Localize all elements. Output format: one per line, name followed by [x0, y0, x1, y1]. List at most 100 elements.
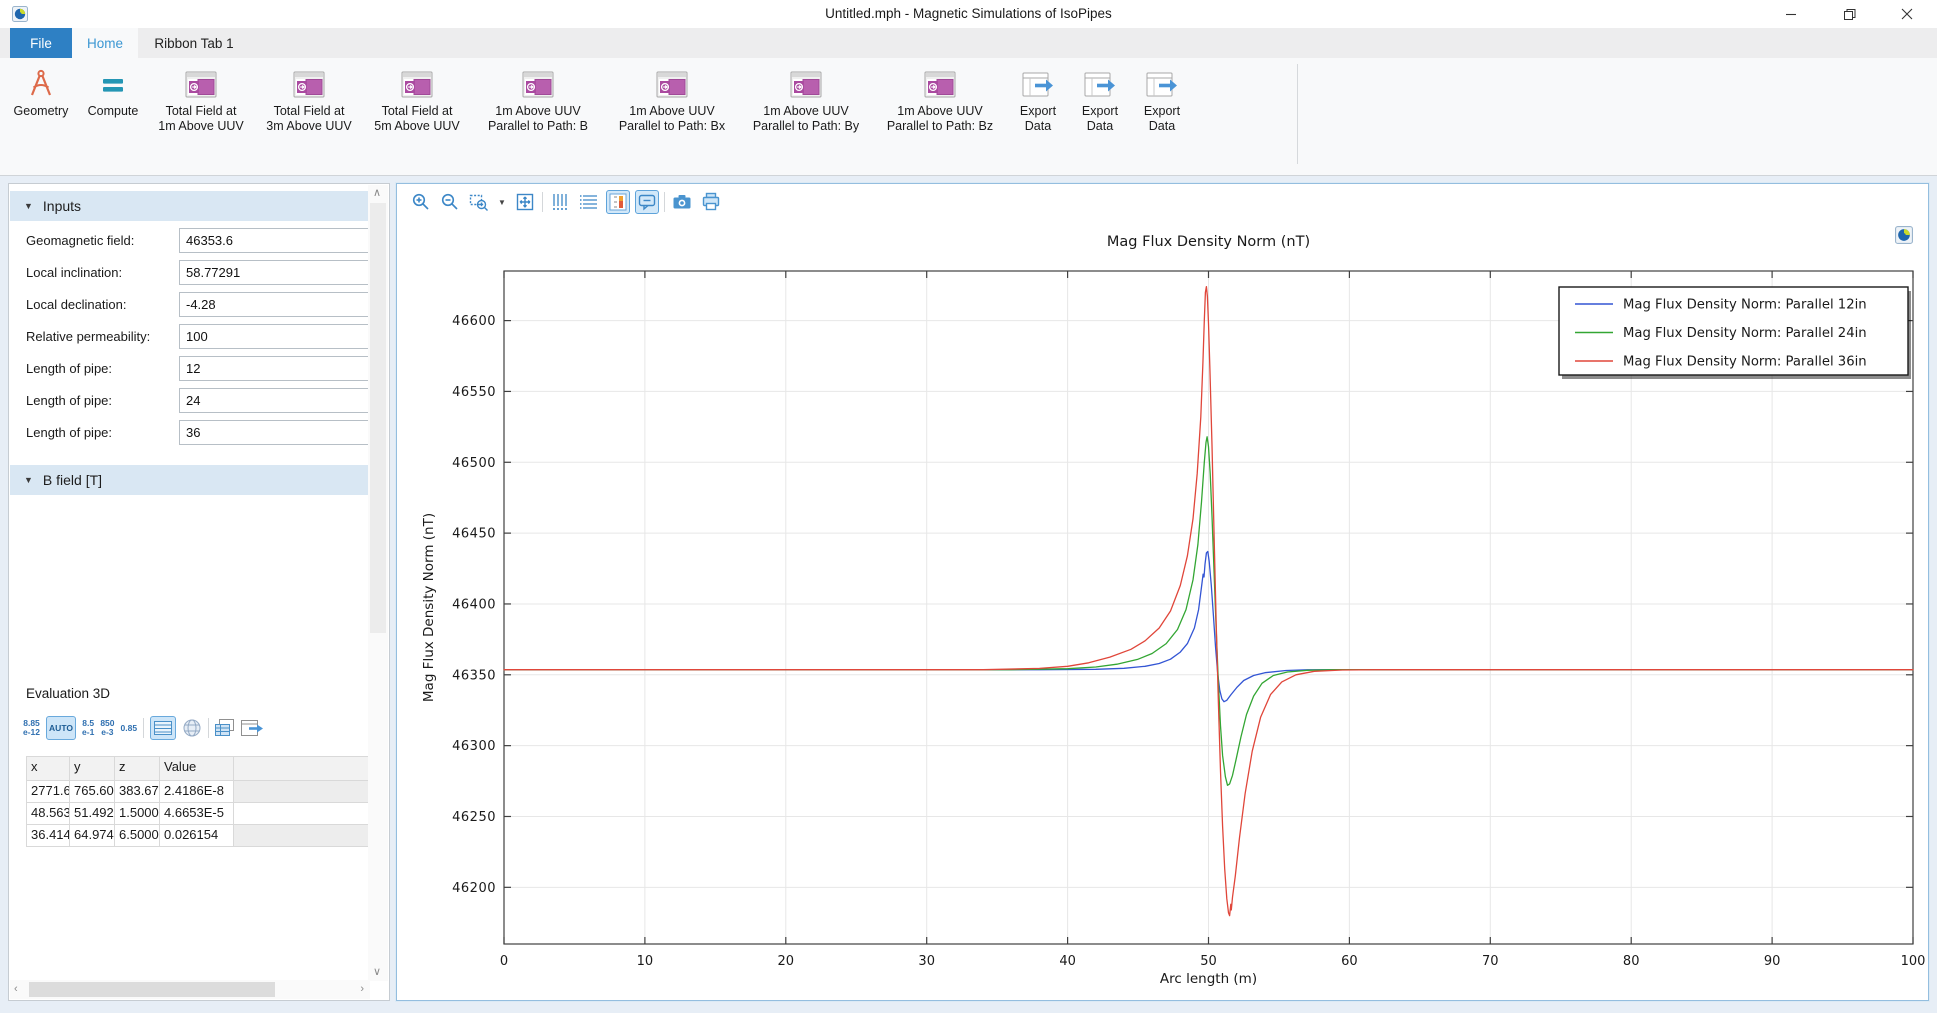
x-tick-label: 10	[637, 954, 654, 969]
plot-window-icon	[401, 66, 433, 102]
tab-ribbon-1-label: Ribbon Tab 1	[154, 36, 233, 51]
pipe-length-2-input[interactable]	[179, 388, 377, 413]
x-tick-label: 40	[1059, 954, 1076, 969]
horizontal-scroll-thumb[interactable]	[29, 982, 275, 997]
auto-precision-button[interactable]: AUTO	[46, 716, 76, 740]
legend-entry: Mag Flux Density Norm: Parallel 12in	[1623, 298, 1867, 313]
ribbon-button-parallel-b[interactable]: 1m Above UUV Parallel to Path: B	[476, 62, 600, 134]
eval-table-header-cell: Value	[160, 756, 234, 781]
eval-table-header-cell: z	[115, 756, 160, 781]
compute-equals-icon	[96, 66, 130, 102]
local-declination-input[interactable]	[179, 292, 377, 317]
eval-table-header-filler	[234, 756, 374, 781]
eval-table-cell[interactable]: 765.60	[70, 781, 115, 803]
vertical-scroll-thumb[interactable]	[370, 203, 386, 633]
eval-table-cell[interactable]: 6.5000	[115, 825, 160, 847]
local-inclination-input[interactable]	[179, 260, 377, 285]
ribbon-button-total-field-3m[interactable]: Total Field at 3m Above UUV	[260, 62, 358, 134]
eval-table-cell[interactable]: 0.026154	[160, 825, 234, 847]
relative-permeability-input[interactable]	[179, 324, 377, 349]
ribbon-button-parallel-bx[interactable]: 1m Above UUV Parallel to Path: Bx	[610, 62, 734, 134]
window-titlebar: Untitled.mph - Magnetic Simulations of I…	[0, 0, 1937, 28]
ribbon-button-compute[interactable]: Compute	[84, 62, 142, 119]
x-tick-label: 0	[500, 954, 508, 969]
evaluation-3d-label: Evaluation 3D	[26, 686, 110, 701]
vertical-scrollbar[interactable]: ∧ ∨	[368, 185, 388, 981]
collapse-caret-icon: ▼	[24, 201, 33, 211]
close-icon	[1901, 8, 1913, 20]
table-row[interactable]: 36.41464.9746.50000.026154	[26, 825, 374, 847]
sphere-view-button[interactable]	[182, 718, 202, 738]
table-row[interactable]: 48.56351.4921.50004.6653E-5	[26, 803, 374, 825]
pipe-length-1-label: Length of pipe:	[26, 361, 112, 376]
pipe-length-3-input[interactable]	[179, 420, 377, 445]
tab-ribbon-1[interactable]: Ribbon Tab 1	[138, 28, 250, 58]
eval-table-cell[interactable]: 64.974	[70, 825, 115, 847]
eval-table-cell[interactable]: 383.67	[115, 781, 160, 803]
y-tick-label: 46200	[452, 881, 496, 896]
x-tick-label: 50	[1200, 954, 1217, 969]
inputs-section-title: Inputs	[43, 198, 81, 214]
ribbon-button-parallel-bz[interactable]: 1m Above UUV Parallel to Path: Bz	[878, 62, 1002, 134]
eval-table-filler-cell	[234, 825, 374, 847]
ribbon-button-total-field-1m[interactable]: Total Field at 1m Above UUV	[152, 62, 250, 134]
minimize-icon	[1785, 8, 1797, 20]
maximize-button[interactable]	[1832, 2, 1866, 26]
results-chart[interactable]: 0102030405060708090100462004625046300463…	[399, 186, 1928, 1000]
y-tick-label: 46550	[452, 385, 496, 400]
eval-table-header-cell: x	[26, 756, 70, 781]
y-tick-label: 46450	[452, 527, 496, 542]
y-tick-label: 46250	[452, 810, 496, 825]
precision-850e-3-button[interactable]: 850e-3	[100, 719, 114, 737]
table-row[interactable]: 2771.6765.60383.672.4186E-8	[26, 781, 374, 803]
x-tick-label: 100	[1901, 954, 1926, 969]
copy-table-button[interactable]	[215, 719, 235, 737]
restore-icon	[1843, 8, 1856, 21]
eval-table-cell[interactable]: 48.563	[26, 803, 70, 825]
tab-home-label: Home	[87, 36, 123, 51]
precision-8.85e-12-button[interactable]: 8.85e-12	[23, 719, 40, 737]
local-declination-label: Local declination:	[26, 297, 126, 312]
ribbon-group-separator	[1297, 64, 1298, 164]
eval-table-cell[interactable]: 36.414	[26, 825, 70, 847]
plot-window-icon	[790, 66, 822, 102]
precision-0.85-button[interactable]: 0.85	[121, 724, 138, 733]
geomagnetic-field-input[interactable]	[179, 228, 377, 253]
export-table-button[interactable]	[241, 719, 265, 737]
table-view-button[interactable]	[150, 716, 176, 740]
legend-entry: Mag Flux Density Norm: Parallel 24in	[1623, 326, 1867, 341]
export-data-icon	[1084, 66, 1116, 102]
minimize-button[interactable]	[1774, 2, 1808, 26]
ribbon-button-export-data-3[interactable]: Export Data	[1136, 62, 1188, 134]
eval-table-cell[interactable]: 4.6653E-5	[160, 803, 234, 825]
ribbon-button-geometry[interactable]: Geometry	[8, 62, 74, 119]
window-title: Untitled.mph - Magnetic Simulations of I…	[0, 6, 1937, 21]
eval-table-cell[interactable]: 1.5000	[115, 803, 160, 825]
bfield-section-header[interactable]: ▼ B field [T]	[10, 465, 370, 495]
collapse-caret-icon: ▼	[24, 475, 33, 485]
y-tick-label: 46500	[452, 456, 496, 471]
horizontal-scrollbar[interactable]: ‹ ›	[10, 980, 370, 999]
field-row: Length of pipe:	[9, 352, 369, 384]
export-data-icon	[1146, 66, 1178, 102]
pipe-length-1-input[interactable]	[179, 356, 377, 381]
ribbon-button-parallel-by[interactable]: 1m Above UUV Parallel to Path: By	[744, 62, 868, 134]
close-button[interactable]	[1890, 2, 1924, 26]
eval-table-cell[interactable]: 51.492	[70, 803, 115, 825]
ribbon-button-total-field-5m[interactable]: Total Field at 5m Above UUV	[368, 62, 466, 134]
ribbon-button-export-data-1[interactable]: Export Data	[1012, 62, 1064, 134]
tab-file[interactable]: File	[10, 28, 72, 58]
x-tick-label: 30	[918, 954, 935, 969]
plot-window-icon	[656, 66, 688, 102]
evaluation-toolbar: 8.85e-12 AUTO 8.5e-1 850e-3 0.85	[23, 714, 265, 742]
field-row: Geomagnetic field:	[9, 224, 369, 256]
plot-window-icon	[185, 66, 217, 102]
plot-window-icon	[924, 66, 956, 102]
eval-table-cell[interactable]: 2771.6	[26, 781, 70, 803]
inputs-section-header[interactable]: ▼ Inputs	[10, 191, 370, 221]
tab-home[interactable]: Home	[72, 28, 138, 58]
ribbon-button-export-data-2[interactable]: Export Data	[1074, 62, 1126, 134]
precision-8.5e-1-button[interactable]: 8.5e-1	[82, 719, 94, 737]
x-axis-label: Arc length (m)	[1160, 971, 1257, 987]
eval-table-cell[interactable]: 2.4186E-8	[160, 781, 234, 803]
